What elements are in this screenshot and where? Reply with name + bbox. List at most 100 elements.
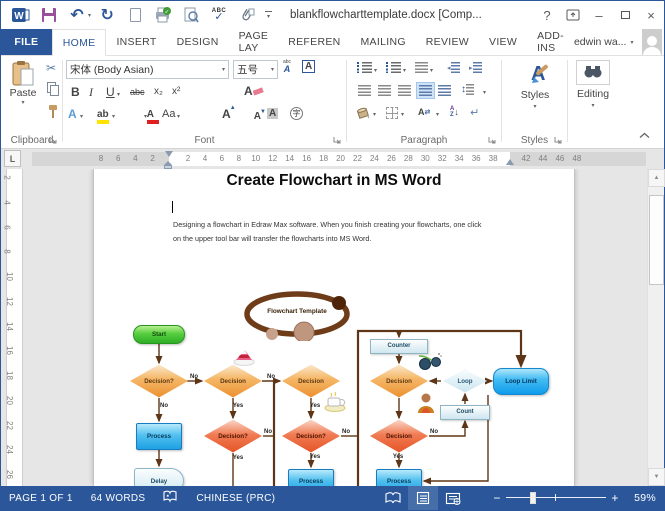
decrease-indent-button[interactable]: ◂ [447, 62, 460, 73]
strikethrough-button[interactable]: abc [130, 87, 145, 97]
tab-view[interactable]: VIEW [479, 29, 527, 55]
word-count[interactable]: 64 WORDS [91, 493, 146, 504]
scroll-up-button[interactable]: ▲ [648, 169, 665, 187]
help-button[interactable]: ? [534, 4, 560, 26]
tab-review[interactable]: REVIEW [416, 29, 479, 55]
italic-button[interactable]: I [89, 85, 93, 100]
page-count[interactable]: PAGE 1 OF 1 [9, 493, 73, 504]
text-effects-caret-icon[interactable]: ▾ [80, 113, 83, 120]
flowchart-node-flowchart-template[interactable]: Flowchart Template [242, 289, 352, 341]
account-name[interactable]: edwin wa... ▾ [574, 29, 634, 55]
character-shading-button[interactable]: A [267, 108, 278, 119]
vertical-ruler[interactable]: 2468101214161820222426 [1, 169, 31, 486]
text-effects-button[interactable]: A [68, 107, 77, 121]
justify-button[interactable] [417, 83, 434, 98]
tab-add-ins[interactable]: ADD-INS [527, 29, 574, 55]
document-page[interactable]: Create Flowchart in MS Word Designing a … [93, 169, 575, 486]
show-hide-marks-button[interactable]: ↵ [470, 106, 479, 119]
language-indicator[interactable]: CHINESE (PRC) [196, 493, 275, 504]
save-icon[interactable] [37, 4, 61, 26]
grow-font-button[interactable]: A▲ [222, 107, 231, 121]
zoom-out-button[interactable]: − [490, 491, 504, 505]
cake-clipart[interactable] [232, 345, 256, 367]
copy-button[interactable] [47, 82, 60, 97]
numbered-list-button[interactable] [386, 62, 401, 73]
print-layout-button[interactable] [408, 486, 438, 510]
zoom-slider-thumb[interactable] [530, 492, 536, 504]
tab-referen[interactable]: REFEREN [278, 29, 350, 55]
tab-design[interactable]: DESIGN [167, 29, 229, 55]
font-color-caret-icon[interactable]: ▾ [144, 113, 147, 120]
font-color-button[interactable]: A [147, 109, 154, 124]
tab-file[interactable]: FILE [1, 29, 52, 55]
borders-caret-icon[interactable]: ▾ [401, 111, 404, 118]
flowchart-node-count[interactable]: Count [440, 405, 490, 420]
highlight-color-button[interactable]: ab [97, 109, 109, 124]
word-logo-icon[interactable]: W [9, 4, 33, 26]
zoom-percentage[interactable]: 59% [622, 492, 656, 504]
qat-customize-icon[interactable]: ▾ [265, 11, 272, 20]
cut-button[interactable]: ✂ [46, 61, 56, 75]
multilevel-list-caret-icon[interactable]: ▾ [430, 67, 433, 74]
paste-button[interactable]: Paste ▾ [4, 60, 42, 106]
paragraph-dialog-launcher[interactable] [488, 136, 498, 146]
shrink-font-button[interactable]: A▼ [254, 111, 261, 122]
horizontal-ruler[interactable]: L 86422468101214161820222426283032343638… [1, 149, 664, 169]
bold-button[interactable]: B [71, 85, 80, 99]
proofing-icon[interactable] [163, 490, 178, 506]
bullet-list-button[interactable] [357, 62, 372, 73]
person-clipart[interactable] [414, 392, 438, 414]
clear-formatting-button[interactable]: A [244, 84, 264, 98]
undo-caret-icon[interactable]: ▾ [88, 12, 91, 19]
borders-button[interactable] [386, 107, 398, 119]
change-case-button[interactable]: Aa [162, 108, 175, 120]
font-size-select[interactable]: 五号 ▾ [233, 60, 278, 79]
attach-icon[interactable] [235, 4, 259, 26]
flowchart-node-loop-limit[interactable]: Loop Limit [493, 368, 549, 395]
tab-page-lay[interactable]: PAGE LAY [229, 29, 279, 55]
underline-button[interactable]: U [106, 85, 115, 99]
change-case-caret-icon[interactable]: ▾ [177, 113, 180, 120]
vertical-scrollbar[interactable]: ▲ ▼ [647, 169, 664, 486]
zoom-in-button[interactable]: + [608, 491, 622, 505]
format-painter-button[interactable] [47, 104, 59, 119]
enclose-characters-button[interactable]: 字 [290, 107, 303, 120]
new-document-icon[interactable] [123, 4, 147, 26]
avatar[interactable] [642, 29, 663, 55]
scroll-down-button[interactable]: ▼ [648, 468, 665, 486]
spelling-icon[interactable]: ABC ✓ [207, 4, 231, 26]
collapse-ribbon-button[interactable] [639, 130, 650, 142]
teacup-clipart[interactable] [323, 391, 347, 413]
tab-insert[interactable]: INSERT [106, 29, 166, 55]
styles-button[interactable]: A Styles ▾ [509, 60, 561, 110]
flowchart-node-process[interactable]: Process [376, 469, 422, 487]
distribute-button[interactable] [438, 85, 451, 96]
increase-indent-button[interactable]: ▸ [469, 62, 482, 73]
subscript-button[interactable]: x₂ [154, 86, 163, 97]
align-right-button[interactable] [398, 85, 411, 96]
flowchart-node-process[interactable]: Process [288, 469, 334, 487]
minimize-button[interactable]: – [586, 4, 612, 26]
undo-icon[interactable]: ↶ [65, 4, 89, 26]
shading-button[interactable] [356, 106, 371, 119]
sort-button[interactable]: AZ↓ [450, 106, 459, 118]
character-border-button[interactable]: A [302, 60, 315, 73]
hanging-indent-marker[interactable] [164, 161, 173, 169]
clipboard-dialog-launcher[interactable] [49, 136, 59, 146]
ribbon-options-button[interactable] [560, 4, 586, 26]
quick-print-icon[interactable]: ✓ [151, 4, 175, 26]
align-left-button[interactable] [358, 85, 371, 96]
shading-caret-icon[interactable]: ▾ [373, 111, 376, 118]
bullet-list-caret-icon[interactable]: ▾ [374, 67, 377, 74]
styles-dialog-launcher[interactable] [554, 136, 564, 146]
tab-home[interactable]: HOME [52, 29, 107, 56]
flowchart-node-delay[interactable]: Delay [134, 468, 184, 486]
scooter-clipart[interactable] [418, 351, 442, 373]
right-indent-marker[interactable] [506, 159, 514, 165]
web-layout-button[interactable] [438, 486, 468, 510]
underline-caret-icon[interactable]: ▾ [117, 91, 120, 98]
redo-icon[interactable]: ↻ [95, 4, 119, 26]
line-spacing-button[interactable]: ↕ [461, 84, 474, 95]
asian-layout-caret-icon[interactable]: ▾ [436, 111, 439, 118]
line-spacing-caret-icon[interactable]: ▾ [483, 89, 486, 96]
